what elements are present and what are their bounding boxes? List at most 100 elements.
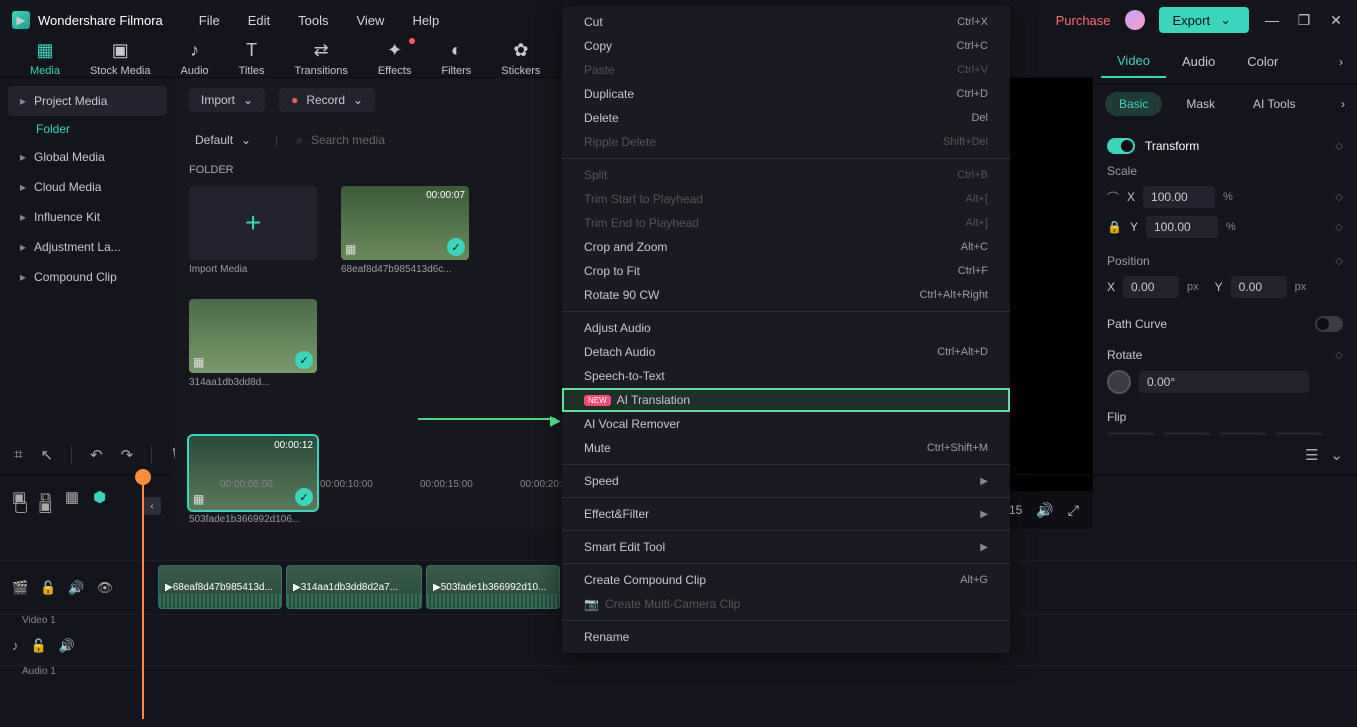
rotate-input[interactable] [1139,371,1309,393]
tl-cursor-icon[interactable]: ↖ [40,446,53,464]
sidebar-item-cloud-media[interactable]: ▸Cloud Media [8,172,167,202]
ctx-crop-to-fit[interactable]: Crop to FitCtrl+F [562,259,1010,283]
chevron-right-icon[interactable]: › [1333,55,1349,69]
ctx-rename[interactable]: Rename [562,625,1010,649]
transform-label: Transform [1145,139,1199,153]
lock-icon[interactable]: 🔓 [31,638,47,654]
ctx-speed[interactable]: Speed▶ [562,469,1010,493]
chevron-right-icon: ▶ [980,476,988,487]
sidebar-item-influence-kit[interactable]: ▸Influence Kit [8,202,167,232]
menu-tools[interactable]: Tools [298,13,328,28]
media-icon: ▦ [36,40,53,61]
chevron-down-icon: ⌄ [241,133,251,147]
tooltab-stickers[interactable]: ✿Stickers [501,40,540,77]
export-button[interactable]: Export ⌄ [1159,7,1249,33]
minimize-button[interactable]: — [1263,12,1281,28]
purchase-link[interactable]: Purchase [1056,13,1111,28]
menu-edit[interactable]: Edit [248,13,270,28]
ctx-crop-and-zoom[interactable]: Crop and ZoomAlt+C [562,235,1010,259]
tab-video[interactable]: Video [1101,45,1166,78]
video-track-icon[interactable]: 🎬 [12,580,28,596]
chevron-down-icon[interactable]: ⌄ [1330,446,1343,464]
record-dropdown[interactable]: ●Record⌄ [279,88,375,112]
timeline-clip[interactable]: ▶ 503fade1b366992d10... [426,565,560,609]
import-media-tile[interactable]: + Import Media [189,186,317,275]
ctx-delete[interactable]: DeleteDel [562,106,1010,130]
tl-select-icon[interactable]: ⌗ [14,446,22,463]
sidebar-folder[interactable]: Folder [8,116,167,142]
ctx-detach-audio[interactable]: Detach AudioCtrl+Alt+D [562,340,1010,364]
ctx-speech-to-text[interactable]: Speech-to-Text [562,364,1010,388]
keyframe-diamond-icon[interactable]: ◇ [1335,192,1343,203]
menu-view[interactable]: View [356,13,384,28]
search-input[interactable]: ⌕ Search media [296,133,385,148]
timeline-clip[interactable]: ▶ 68eaf8d47b985413d... [158,565,282,609]
sidebar-item-global-media[interactable]: ▸Global Media [8,142,167,172]
mute-icon[interactable]: 🔊 [68,580,84,596]
subtab-mask[interactable]: Mask [1172,92,1229,116]
tab-color[interactable]: Color [1231,46,1294,77]
sidebar-item-project-media[interactable]: ▸Project Media [8,86,167,116]
ctx-adjust-audio[interactable]: Adjust Audio [562,316,1010,340]
ctx-mute[interactable]: MuteCtrl+Shift+M [562,436,1010,460]
ctx-duplicate[interactable]: DuplicateCtrl+D [562,82,1010,106]
keyframe-diamond-icon[interactable]: ◇ [1335,350,1343,361]
tl-icon-2[interactable]: ⧉ [40,489,51,506]
keyframe-diamond-icon[interactable]: ◇ [1335,141,1343,152]
subtab-basic[interactable]: Basic [1105,92,1162,116]
mute-icon[interactable]: 🔊 [59,638,75,654]
list-view-icon[interactable]: ☰ [1305,446,1318,464]
scale-x-input[interactable] [1143,186,1215,208]
chevron-right-icon[interactable]: › [1341,97,1345,111]
tooltab-filters[interactable]: ◐Filters [441,40,471,77]
pos-y-input[interactable] [1231,276,1287,298]
maximize-button[interactable]: ❐ [1295,12,1313,29]
ctx-ai-vocal-remover[interactable]: AI Vocal Remover [562,412,1010,436]
scale-y-input[interactable] [1146,216,1218,238]
lock-icon[interactable]: 🔓 [40,580,56,596]
media-clip[interactable]: 00:00:07▦✓68eaf8d47b985413d6c... [341,186,469,275]
tooltab-media[interactable]: ▦Media [30,40,60,77]
sidebar-item-adjustment-la-[interactable]: ▸Adjustment La... [8,232,167,262]
pos-x-input[interactable] [1123,276,1179,298]
tl-icon-1[interactable]: ▣ [12,488,26,506]
tooltab-audio[interactable]: ♪Audio [181,40,209,77]
timeline-clip[interactable]: ▶ 314aa1db3dd8d2a7... [286,565,422,609]
ctx-effect-filter[interactable]: Effect&Filter▶ [562,502,1010,526]
search-placeholder: Search media [311,133,385,147]
ctx-ai-translation[interactable]: NEWAI Translation [562,388,1010,412]
close-button[interactable]: ✕ [1327,12,1345,29]
sidebar-item-compound-clip[interactable]: ▸Compound Clip [8,262,167,292]
tooltab-transitions[interactable]: ⇄Transitions [295,40,348,77]
menu-help[interactable]: Help [412,13,439,28]
ctx-trim-end-to-playhead: Trim End to PlayheadAlt+] [562,211,1010,235]
eye-icon[interactable]: 👁 [97,580,114,596]
menu-file[interactable]: File [199,13,220,28]
undo-icon[interactable]: ↶ [90,446,103,464]
tab-audio[interactable]: Audio [1166,46,1231,77]
ctx-cut[interactable]: CutCtrl+X [562,10,1010,34]
subtab-ai-tools[interactable]: AI Tools [1239,92,1309,116]
keyframe-diamond-icon[interactable]: ◇ [1335,256,1343,267]
sort-dropdown[interactable]: Default⌄ [189,129,257,151]
tooltab-stock-media[interactable]: ▣Stock Media [90,40,151,77]
tl-icon-3[interactable]: ▦ [65,488,79,506]
tooltab-titles[interactable]: TTitles [239,40,265,77]
pathcurve-toggle[interactable] [1315,316,1343,332]
user-avatar[interactable] [1125,10,1145,30]
transform-toggle[interactable] [1107,138,1135,154]
format-icon: ▦ [345,242,356,256]
keyframe-diamond-icon[interactable]: ◇ [1335,222,1343,233]
import-dropdown[interactable]: Import⌄ [189,88,265,112]
rotate-knob[interactable] [1107,370,1131,394]
ctx-copy[interactable]: CopyCtrl+C [562,34,1010,58]
tooltab-effects[interactable]: ✦Effects [378,40,411,77]
ctx-rotate-cw[interactable]: Rotate 90 CWCtrl+Alt+Right [562,283,1010,307]
ctx-smart-edit-tool[interactable]: Smart Edit Tool▶ [562,535,1010,559]
link-icon[interactable]: 🔒 [1107,220,1122,234]
ctx-create-compound-clip[interactable]: Create Compound ClipAlt+G [562,568,1010,592]
audio-track-icon[interactable]: ♪ [12,638,19,653]
redo-icon[interactable]: ↷ [121,446,134,464]
marker-icon[interactable]: ⬢ [93,488,106,506]
media-clip[interactable]: ▦✓314aa1db3dd8d... [189,299,317,388]
